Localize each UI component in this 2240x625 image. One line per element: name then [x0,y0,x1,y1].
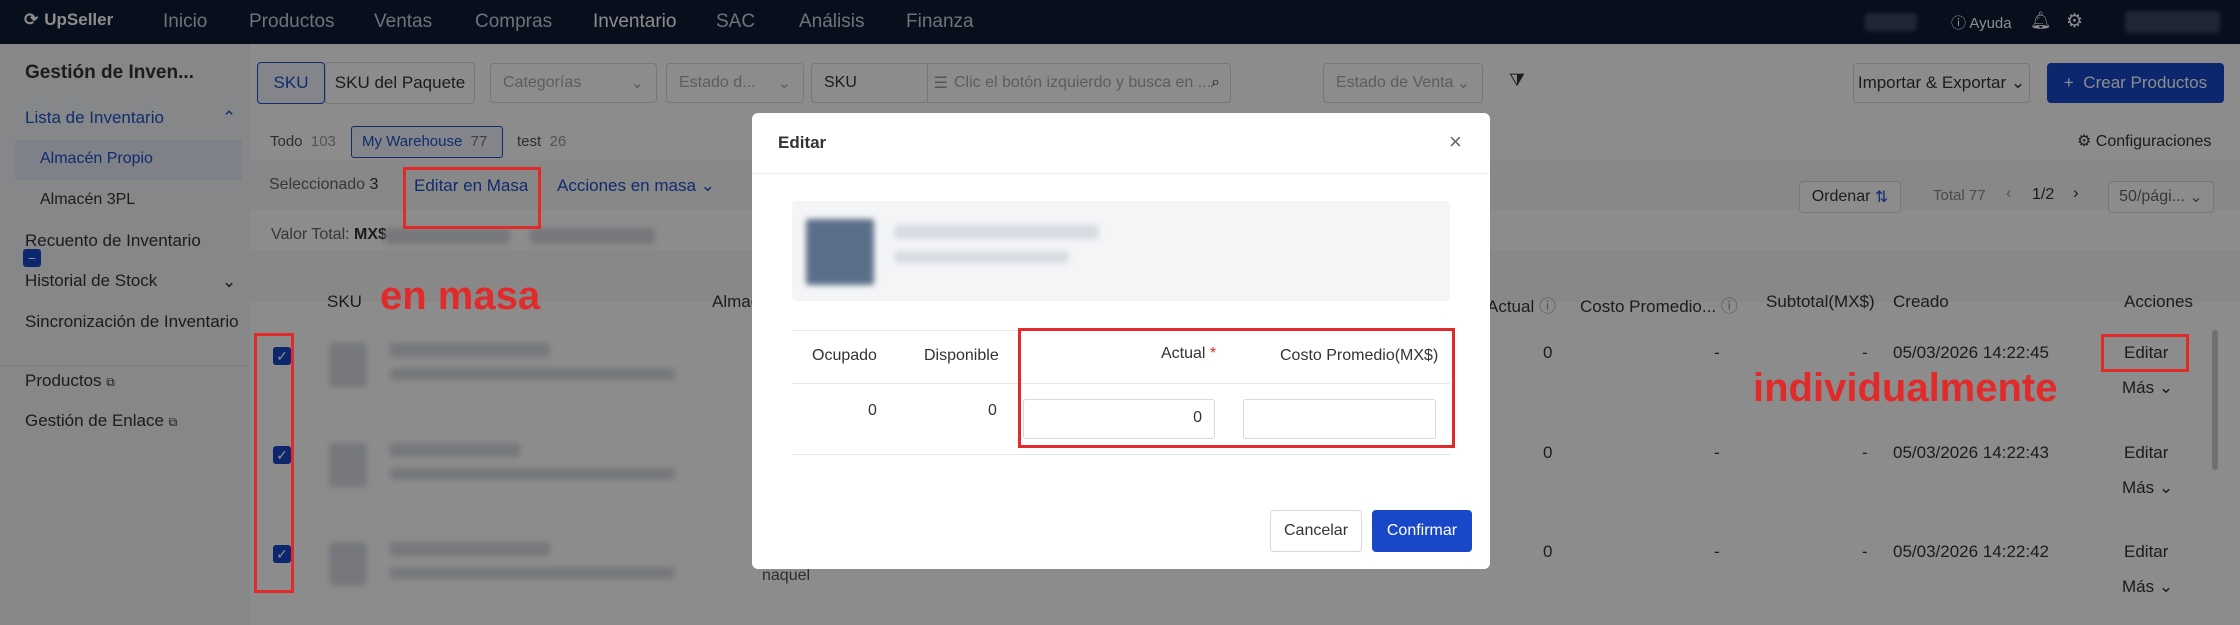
product-warehouse [894,251,1069,263]
col-disponible: Disponible [924,347,999,364]
product-image [806,219,874,285]
annotation-individual: individualmente [1753,366,2058,410]
highlight-edit-link [2101,334,2189,372]
val-ocupado: 0 [868,402,877,419]
product-sku [894,225,1099,239]
table-bottom-border [792,454,1450,455]
cancel-button[interactable]: Cancelar [1270,510,1362,552]
highlight-inputs [1018,328,1455,448]
col-ocupado: Ocupado [812,347,877,364]
highlight-bulk-edit [403,167,541,229]
val-disponible: 0 [988,402,997,419]
modal-divider [752,173,1490,174]
confirm-button[interactable]: Confirmar [1372,510,1472,552]
close-icon[interactable]: × [1449,129,1462,155]
highlight-checkboxes [254,333,294,593]
product-info-card [792,201,1450,301]
modal-title: Editar [778,133,827,152]
annotation-en-masa: en masa [380,274,541,318]
